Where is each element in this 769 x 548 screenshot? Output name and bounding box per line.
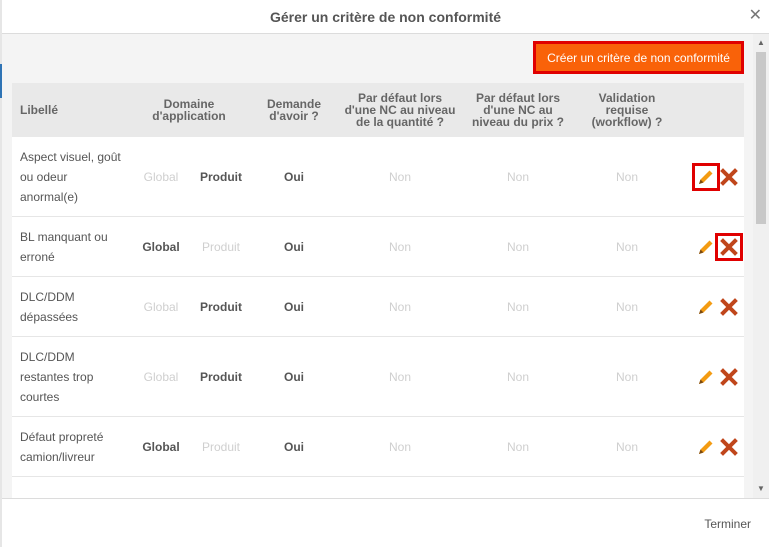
row-actions (692, 337, 744, 416)
quantite-value: Non (336, 477, 464, 498)
domain-global: Global (143, 369, 179, 384)
dialog-titlebar: Gérer un critère de non conformité ✕ (2, 0, 769, 34)
domain-produit: Produit (188, 477, 254, 498)
table-row: BL manquant ou erroné Global Produit Oui Non N… (12, 217, 744, 277)
criterion-label: DLC/DDM dépassées (20, 289, 79, 324)
delete-icon[interactable] (718, 166, 740, 188)
prix-value: Non (464, 477, 572, 498)
validation-value: Non (615, 369, 638, 384)
criterion-label: Emballage (20, 477, 132, 498)
prix-value: Non (506, 169, 529, 184)
domain-produit: Produit (201, 239, 241, 254)
header-domaine: Domaine d'application (152, 97, 226, 123)
domain-global: Global (142, 439, 180, 454)
row-actions (692, 417, 744, 476)
table-row: DLC/DDM dépassées Global Produit Oui Non Non No… (12, 277, 744, 337)
domain-global: Global (142, 239, 180, 254)
avoir-value: Oui (284, 439, 304, 454)
domain-global: Global (143, 299, 179, 314)
criterion-label: Aspect visuel, goût ou odeur anormal(e) (20, 149, 121, 204)
vertical-scrollbar[interactable]: ▲ ▼ (753, 34, 769, 498)
criteria-table: Libellé Domaine d'application Demande d'av… (12, 83, 744, 498)
validation-value: Non (615, 299, 638, 314)
quantite-value: Non (388, 169, 411, 184)
pencil-icon[interactable] (695, 296, 717, 318)
domain-produit: Produit (201, 439, 241, 454)
delete-icon[interactable] (715, 232, 743, 261)
criterion-label: BL manquant ou erroné (20, 229, 108, 264)
row-actions (692, 477, 744, 498)
pencil-icon[interactable] (692, 162, 720, 191)
table-row: EmballageGlobalProduitOuiNonNonNon (12, 477, 744, 498)
delete-icon[interactable] (718, 296, 740, 318)
quantite-value: Non (388, 369, 411, 384)
validation-value: Non (615, 239, 638, 254)
scroll-up-icon[interactable]: ▲ (753, 36, 769, 50)
prix-value: Non (506, 439, 529, 454)
dialog-body: Créer un critère de non conformité Libel… (2, 34, 769, 498)
validation-value: Non (615, 439, 638, 454)
header-demande: Demande d'avoir ? (266, 97, 322, 123)
prix-value: Non (506, 299, 529, 314)
domain-produit: Produit (200, 369, 242, 384)
criterion-label: Défaut propreté camion/livreur (20, 429, 104, 464)
quantite-value: Non (388, 439, 411, 454)
avoir-value: Oui (252, 477, 336, 498)
table-row: Aspect visuel, goût ou odeur anormal(e) Glo… (12, 137, 744, 217)
pencil-icon[interactable] (695, 236, 717, 258)
avoir-value: Oui (284, 239, 304, 254)
validation-value: Non (615, 169, 638, 184)
domain-global: Global (126, 477, 196, 498)
quantite-value: Non (388, 299, 411, 314)
header-prix: Par défaut lors d'une NC au niveau du prix… (471, 91, 564, 129)
header-libelle: Libellé (20, 103, 59, 117)
row-actions (692, 277, 744, 336)
quantite-value: Non (388, 239, 411, 254)
create-criterion-button[interactable]: Créer un critère de non conformité (533, 41, 744, 74)
avoir-value: Oui (284, 169, 304, 184)
row-actions (692, 217, 744, 276)
row-actions (692, 137, 744, 216)
domain-global: Global (143, 169, 179, 184)
table-body: Aspect visuel, goût ou odeur anormal(e) Glo… (12, 137, 744, 498)
close-icon[interactable]: ✕ (749, 7, 762, 25)
table-header: Libellé Domaine d'application Demande d'av… (12, 83, 744, 137)
table-row: DLC/DDM restantes trop courtes Global Produi… (12, 337, 744, 417)
delete-icon[interactable] (718, 366, 740, 388)
avoir-value: Oui (284, 299, 304, 314)
criterion-label: DLC/DDM restantes trop courtes (20, 349, 94, 404)
prix-value: Non (506, 369, 529, 384)
prix-value: Non (506, 239, 529, 254)
scroll-down-icon[interactable]: ▼ (753, 482, 769, 496)
delete-icon[interactable] (718, 436, 740, 458)
validation-value: Non (572, 477, 682, 498)
dialog-footer: Terminer (2, 498, 769, 548)
domain-produit: Produit (200, 169, 242, 184)
finish-button[interactable]: Terminer (704, 517, 751, 531)
avoir-value: Oui (284, 369, 304, 384)
pencil-icon[interactable] (695, 436, 717, 458)
header-quantite: Par défaut lors d'une NC au niveau de la q… (344, 91, 456, 129)
table-row: Défaut propreté camion/livreur Global Produ… (12, 417, 744, 477)
pencil-icon[interactable] (695, 366, 717, 388)
scrollbar-thumb[interactable] (756, 52, 766, 224)
dialog-title: Gérer un critère de non conformité (269, 9, 502, 25)
domain-produit: Produit (200, 299, 242, 314)
header-validation: Validation requise (workflow) ? (591, 91, 663, 129)
